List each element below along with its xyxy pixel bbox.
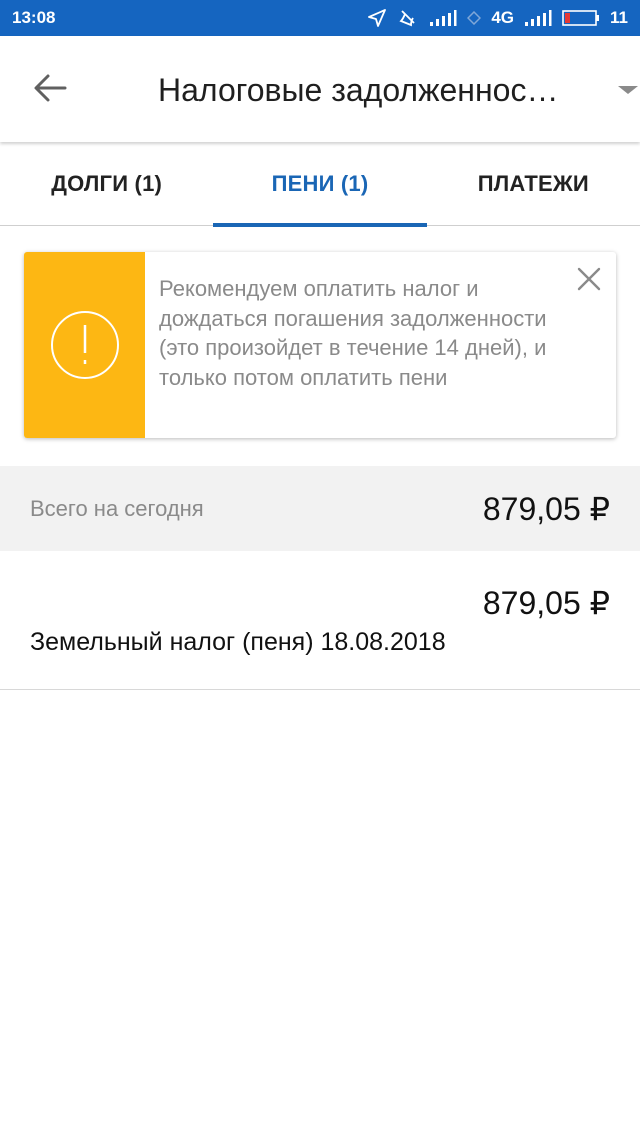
total-amount: 879,05 ₽ [482,490,610,527]
back-button[interactable] [24,66,76,110]
alarm-icon [399,10,415,27]
recommendation-notice: Рекомендуем оплатить налог и дождаться п… [24,252,616,438]
tab-penalties[interactable]: ПЕНИ (1) [213,142,427,227]
tab-payments-label: ПЛАТЕЖИ [477,171,589,196]
status-right: 4G 11 [367,8,628,28]
location-arrow-icon [368,9,387,27]
warning-icon [50,311,119,379]
total-label: Всего на сегодня [30,495,204,521]
signal-icon-2 [525,10,552,26]
notice-accent-stripe [24,252,145,438]
close-icon [577,267,601,291]
page-title: Налоговые задолженнос… [158,72,559,108]
active-tab-indicator [213,223,427,227]
caret-down-icon [618,86,638,94]
battery-icon [562,10,600,26]
arrow-left-icon [34,74,67,102]
notice-text: Рекомендуем оплатить налог и дождаться п… [159,276,547,390]
signal-icon [430,10,457,26]
network-type: 4G [491,8,515,27]
tab-debts-label: ДОЛГИ (1) [51,171,163,196]
total-summary: Всего на сегодня 879,05 ₽ [0,466,640,551]
item-name: Земельный налог (пеня) 18.08.2018 [30,628,446,656]
list-item[interactable]: 879,05 ₽ Земельный налог (пеня) 18.08.20… [0,551,640,690]
tab-payments[interactable]: ПЛАТЕЖИ [427,142,640,226]
status-time: 13:08 [12,8,56,27]
tab-bar: ДОЛГИ (1) ПЕНИ (1) ПЛАТЕЖИ [0,142,640,227]
notice-close-button[interactable] [574,264,604,294]
data-diamond-icon [467,11,482,25]
item-amount: 879,05 ₽ [482,585,610,621]
tab-penalties-label: ПЕНИ (1) [271,171,369,196]
status-bar: 13:08 4G 11 [0,0,640,36]
status-left: 13:08 [12,8,55,28]
title-dropdown[interactable] [616,80,640,100]
tab-debts[interactable]: ДОЛГИ (1) [0,142,213,226]
battery-level: 11 [610,8,628,27]
app-bar: Налоговые задолженнос… [0,36,640,142]
